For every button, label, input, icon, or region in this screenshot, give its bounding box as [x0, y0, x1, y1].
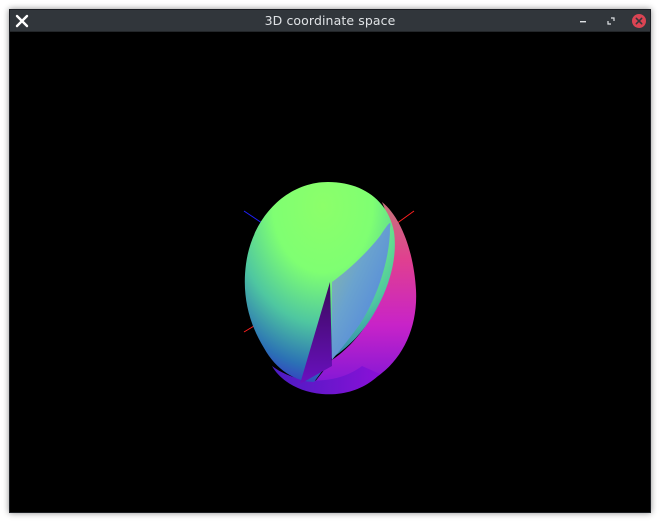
close-icon: [632, 14, 646, 28]
minimize-button[interactable]: [575, 13, 591, 29]
restore-icon: [607, 17, 615, 25]
x-axis-line-left: [243, 325, 255, 333]
window-title: 3D coordinate space: [264, 13, 396, 28]
minimize-icon: [580, 21, 586, 23]
maximize-button[interactable]: [603, 13, 619, 29]
z-axis-line: [243, 210, 263, 224]
3d-viewport[interactable]: [10, 32, 650, 512]
title-bar[interactable]: 3D coordinate space: [10, 10, 650, 32]
app-window: 3D coordinate space: [9, 9, 651, 513]
x-axis-line-right: [395, 210, 415, 225]
close-button[interactable]: [631, 13, 647, 29]
